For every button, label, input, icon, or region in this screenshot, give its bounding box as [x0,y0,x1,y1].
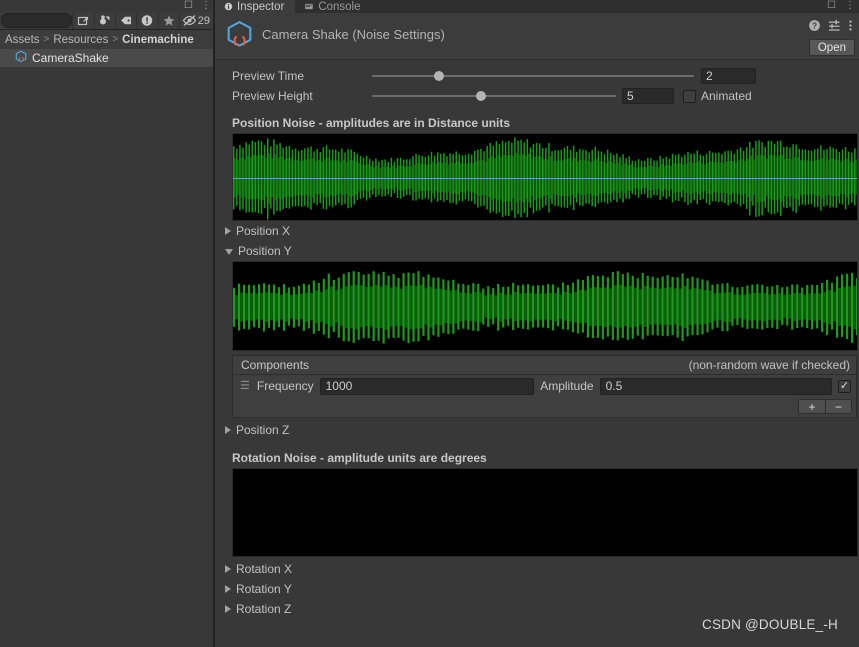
position-noise-title: Position Noise - amplitudes are in Dista… [232,116,511,130]
noise-settings-asset-icon [14,50,28,67]
sidebar-item-position-y[interactable]: Position Y [215,241,859,261]
sidebar-item-position-z[interactable]: Position Z [215,420,859,440]
preview-time-row: Preview Time 2 [215,66,859,86]
preview-height-input[interactable]: 5 [622,88,674,104]
position-noise-graph [232,133,858,221]
amplitude-label: Amplitude [540,379,594,393]
frequency-input[interactable]: 1000 [319,377,535,395]
more-menu-icon[interactable] [848,19,853,37]
asset-name-label: CameraShake [32,51,109,65]
slider-thumb[interactable] [434,71,444,81]
favorite-star-icon[interactable] [157,12,179,29]
project-toolbar: 29 [0,12,213,30]
chevron-right-icon: > [43,34,50,45]
rotation-x-label: Rotation X [236,562,293,576]
chevron-right-icon [225,565,231,573]
maximize-icon[interactable]: ☐ [184,0,193,11]
waveform-medium [233,271,857,344]
console-icon [305,3,314,10]
tab-inspector-label: Inspector [237,0,285,13]
warning-filter-icon[interactable] [136,12,157,29]
add-component-button[interactable]: + [798,399,825,414]
inspector-body: Preview Time 2 Preview Height 5 Animated… [215,61,859,647]
animated-checkbox[interactable] [683,89,696,103]
frequency-label: Frequency [256,379,314,393]
help-icon[interactable]: ? [808,19,821,37]
more-options-icon[interactable]: ⋮ [845,0,855,11]
open-button[interactable]: Open [808,39,855,56]
components-header: Components (non-random wave if checked) [233,356,856,375]
chevron-right-icon: > [112,34,119,45]
chevron-right-icon [225,585,231,593]
drag-handle-icon[interactable]: ☰ [240,380,251,392]
components-hint: (non-random wave if checked) [688,358,850,372]
preview-time-label: Preview Time [232,69,305,83]
tab-console-label: Console [318,0,361,13]
components-add-remove: + − [233,397,856,417]
info-icon [224,2,233,11]
breadcrumb-item-resources[interactable]: Resources [53,34,108,46]
position-y-graph [232,261,858,351]
tab-inspector[interactable]: Inspector [215,0,296,13]
noise-settings-asset-icon [223,19,256,57]
breadcrumb-item-cinemachine[interactable]: Cinemachine [122,34,194,46]
rotation-z-label: Rotation Z [236,602,292,616]
amplitude-input[interactable]: 0.5 [599,377,833,395]
asset-list: CameraShake [0,49,213,647]
breadcrumb-item-assets[interactable]: Assets [5,34,40,46]
inspector-header-actions: ? [808,19,853,37]
preview-height-label: Preview Height [232,89,313,103]
inspector-tabbar: Inspector Console ☐ ⋮ [215,0,859,13]
preview-height-slider[interactable] [372,86,616,106]
rotation-y-label: Rotation Y [236,582,292,596]
sidebar-item-rotation-y[interactable]: Rotation Y [215,579,859,599]
remove-component-button[interactable]: − [825,399,852,414]
components-title: Components [241,358,310,372]
search-input[interactable] [1,13,73,28]
label-filter-icon[interactable] [114,12,136,29]
rotation-noise-graph [232,468,858,557]
components-panel: Components (non-random wave if checked) … [232,355,857,418]
table-row: ☰ Frequency 1000 Amplitude 0.5 ✓ [233,375,856,397]
sidebar-item-rotation-x[interactable]: Rotation X [215,559,859,579]
constant-wave-checkbox[interactable]: ✓ [838,379,851,393]
tab-console[interactable]: Console [295,0,371,13]
list-item[interactable]: CameraShake [0,49,213,67]
popup-window-icon[interactable] [72,12,93,29]
project-panel: ☐ ⋮ 29 Assets > Resources > Cinemachine … [0,0,213,647]
sidebar-item-position-x[interactable]: Position X [215,221,859,241]
unity-editor-window: ☐ ⋮ 29 Assets > Resources > Cinemachine … [0,0,859,647]
sidebar-item-rotation-z[interactable]: Rotation Z [215,599,859,619]
slider-thumb[interactable] [476,91,486,101]
eye-slash-icon [182,15,196,26]
svg-text:?: ? [812,21,817,31]
chevron-right-icon [225,605,231,613]
inspector-header: Camera Shake (Noise Settings) ? Open [215,13,859,60]
chevron-right-icon [225,227,231,235]
object-filter-icon[interactable] [93,12,115,29]
preview-height-row: Preview Height 5 Animated [215,86,859,106]
preset-icon[interactable] [828,19,841,37]
preview-time-input[interactable]: 2 [701,68,756,84]
animated-label: Animated [701,89,752,103]
preview-time-slider[interactable] [372,66,694,86]
hidden-objects-counter[interactable]: 29 [178,12,213,29]
position-x-label: Position X [236,224,291,238]
watermark: CSDN @DOUBLE_-H [702,617,838,632]
inspector-panel: Inspector Console ☐ ⋮ Camera Shake (Nois… [215,0,859,647]
breadcrumb: Assets > Resources > Cinemachine [0,30,213,49]
maximize-icon[interactable]: ☐ [827,0,836,11]
chevron-right-icon [225,426,231,434]
page-title: Camera Shake (Noise Settings) [262,27,445,42]
position-y-label: Position Y [238,244,292,258]
rotation-noise-title: Rotation Noise - amplitude units are deg… [232,451,487,465]
project-window-controls: ☐ ⋮ [184,0,211,11]
more-options-icon[interactable]: ⋮ [201,0,211,11]
inspector-window-controls: ☐ ⋮ [827,0,855,11]
position-z-label: Position Z [236,423,290,437]
chevron-down-icon [225,249,233,255]
graph-midline [233,178,857,179]
hidden-count-label: 29 [197,14,211,27]
